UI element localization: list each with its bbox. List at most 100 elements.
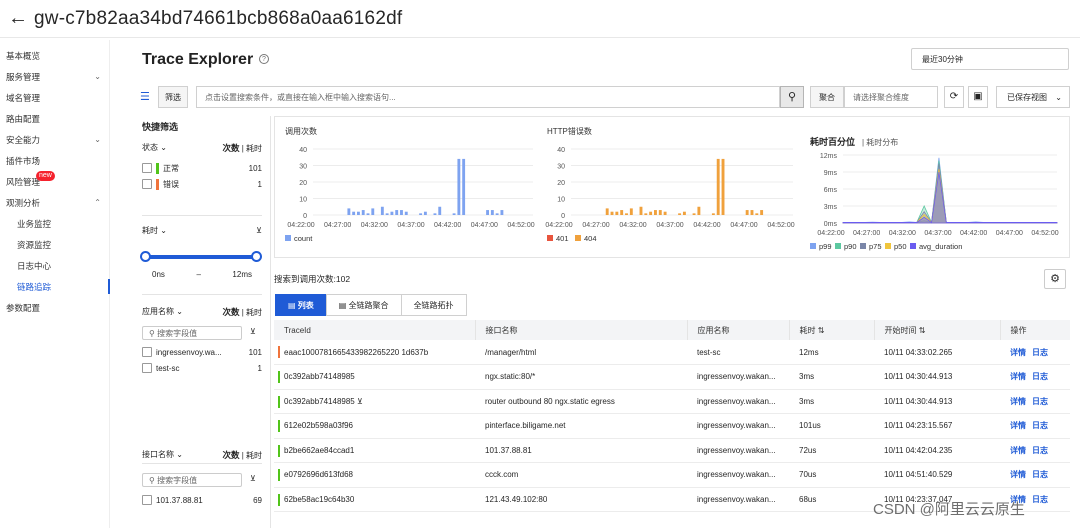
sidebar-item[interactable]: 参数配置 — [0, 297, 109, 318]
sidebar-item[interactable]: 基本概览 — [0, 45, 109, 66]
cell-api: 101.37.88.81 — [475, 438, 687, 463]
table-row[interactable]: eaac1000781665433982265220 1d637b/manage… — [274, 340, 1070, 365]
gear-icon[interactable]: ⚙ — [1044, 269, 1066, 289]
sidebar-item[interactable]: 域名管理 — [0, 87, 109, 108]
back-arrow-icon[interactable]: ← — [8, 7, 28, 30]
log-link[interactable]: 日志 — [1032, 397, 1048, 406]
sidebar-item[interactable]: 日志中心 — [0, 255, 109, 276]
save-icon[interactable]: ▣ — [968, 86, 988, 108]
table-row[interactable]: b2be662ae84ccad1 101.37.88.81 ingressenvoy… — [274, 438, 1070, 463]
checkbox[interactable] — [142, 495, 152, 505]
table-row[interactable]: 612e02b598a03f96 pinterface.biligame.net i… — [274, 413, 1070, 439]
help-icon[interactable]: ? — [259, 54, 269, 64]
bar — [400, 210, 403, 215]
sidebar-item[interactable]: 业务监控 — [0, 213, 109, 234]
log-link[interactable]: 日志 — [1032, 495, 1048, 504]
detail-link[interactable]: 详情 — [1010, 470, 1026, 479]
latency-slider[interactable] — [140, 251, 262, 262]
count-sort[interactable]: 次数 — [222, 307, 239, 317]
app-option[interactable]: test-sc 1 — [142, 360, 262, 376]
time-range-button[interactable]: 最近30分钟 — [911, 48, 1069, 70]
cell-traceid[interactable]: 612e02b598a03f96 — [274, 413, 475, 439]
cell-app: test-sc — [687, 340, 789, 365]
sidebar-item[interactable]: 观测分析 ⌃ — [0, 192, 109, 213]
sort-icon[interactable]: ⇅ — [818, 326, 825, 335]
count-sort[interactable]: 次数 — [222, 450, 239, 460]
sidebar-item[interactable]: 插件市场 — [0, 150, 109, 171]
bar — [390, 211, 394, 215]
table-row[interactable]: 0c392abb74148985 ngx.static:80/* ingressen… — [274, 364, 1070, 390]
detail-link[interactable]: 详情 — [1010, 397, 1026, 406]
search-icon[interactable]: ⚲ — [780, 86, 804, 108]
log-link[interactable]: 日志 — [1032, 372, 1048, 381]
clear-filter-icon[interactable]: ⊻ — [256, 225, 262, 237]
col-start-time[interactable]: 开始时间 ⇅ — [874, 320, 1001, 340]
log-link[interactable]: 日志 — [1032, 470, 1048, 479]
api-search-input[interactable]: ⚲ 搜索字段值 — [142, 473, 242, 487]
chevron-down-icon[interactable]: ⌄ — [94, 135, 101, 144]
checkbox[interactable] — [142, 347, 152, 357]
api-filter-toggle[interactable]: 接口名称 ⌄ — [142, 449, 183, 461]
y-tick-label: 20 — [299, 180, 307, 187]
app-option[interactable]: ingressenvoy.wa... 101 — [142, 344, 262, 360]
app-filter-toggle[interactable]: 应用名称 ⌄ — [142, 306, 183, 318]
sidebar-item[interactable]: 服务管理 ⌄ — [0, 66, 109, 87]
bar — [361, 210, 365, 215]
sidebar-item[interactable]: 链路追踪 — [0, 276, 110, 297]
detail-link[interactable]: 详情 — [1010, 372, 1026, 381]
app-search-input[interactable]: ⚲ 搜索字段值 — [142, 326, 242, 340]
status-option-error[interactable]: 错误 1 — [142, 176, 262, 192]
chevron-down-icon[interactable]: ⌄ — [94, 72, 101, 81]
time-sort[interactable]: 耗时 — [246, 308, 262, 317]
status-filter-toggle[interactable]: 状态 ⌄ — [142, 142, 167, 154]
latency-filter-toggle[interactable]: 耗时 ⌄ — [142, 225, 167, 237]
cell-traceid[interactable]: 62be58ac19c64b30 — [274, 487, 475, 512]
sidebar-item[interactable]: 风险管理 new — [0, 171, 109, 192]
detail-link[interactable]: 详情 — [1010, 348, 1026, 357]
cell-actions: 详情 日志 — [1000, 462, 1070, 488]
cell-traceid[interactable]: 0c392abb74148985 — [274, 364, 475, 390]
sidebar-item[interactable]: 安全能力 ⌄ — [0, 129, 109, 150]
sort-icon[interactable]: ⇅ — [919, 326, 926, 335]
table-row[interactable]: 0c392abb74148985 ⊻ router outbound 80 ngx… — [274, 389, 1070, 414]
table-row[interactable]: e0792696d613fd68 ccck.com ingressenvoy.wak… — [274, 462, 1070, 488]
cell-traceid[interactable]: b2be662ae84ccad1 — [274, 438, 475, 463]
detail-link[interactable]: 详情 — [1010, 446, 1026, 455]
tab-topology[interactable]: 全链路拓扑 — [400, 294, 467, 316]
cell-traceid[interactable]: 0c392abb74148985 ⊻ — [274, 389, 475, 414]
chevron-up-icon[interactable]: ⌃ — [94, 198, 101, 207]
saved-view-select[interactable]: 已保存视图 ⌄ — [996, 86, 1070, 108]
checkbox[interactable] — [142, 179, 152, 189]
filter-icon[interactable]: ⊻ — [357, 397, 363, 406]
log-link[interactable]: 日志 — [1032, 446, 1048, 455]
tab-list[interactable]: ▤ 列表 — [275, 294, 327, 316]
status-option-normal[interactable]: 正常 101 — [142, 160, 262, 176]
slider-max-handle[interactable] — [251, 251, 262, 262]
filter-icon[interactable]: ⊻ — [250, 474, 256, 483]
slider-min-handle[interactable] — [140, 251, 151, 262]
tab-aggregate[interactable]: ▤ 全链路聚合 — [325, 294, 402, 316]
list-toggle-icon[interactable]: ☰ — [140, 90, 150, 103]
filter-icon[interactable]: ⊻ — [250, 327, 256, 336]
y-tick-label: 10 — [557, 197, 565, 204]
col-duration[interactable]: 耗时 ⇅ — [789, 320, 875, 340]
api-option[interactable]: 101.37.88.81 69 — [142, 492, 262, 508]
cell-traceid[interactable]: e0792696d613fd68 — [274, 462, 475, 488]
checkbox[interactable] — [142, 363, 152, 373]
sidebar-item[interactable]: 资源监控 — [0, 234, 109, 255]
refresh-icon[interactable]: ⟳ — [944, 86, 964, 108]
time-sort[interactable]: 耗时 — [246, 144, 262, 153]
latency-filter: 耗时 ⌄ ⊻ 0ns – 12ms — [140, 225, 262, 279]
log-link[interactable]: 日志 — [1032, 348, 1048, 357]
count-sort[interactable]: 次数 — [222, 143, 239, 153]
sidebar-item[interactable]: 路由配置 — [0, 108, 109, 129]
checkbox[interactable] — [142, 163, 152, 173]
aggregate-select[interactable]: 请选择聚合维度 — [844, 86, 938, 108]
filter-label[interactable]: 筛选 — [158, 86, 188, 108]
cell-traceid[interactable]: eaac1000781665433982265220 1d637b — [274, 340, 475, 365]
log-link[interactable]: 日志 — [1032, 421, 1048, 430]
search-input[interactable]: 点击设置搜索条件，或直接在输入框中输入搜索语句... — [196, 86, 780, 108]
cell-app: ingressenvoy.wakan... — [687, 364, 789, 390]
detail-link[interactable]: 详情 — [1010, 421, 1026, 430]
time-sort[interactable]: 耗时 — [246, 451, 262, 460]
